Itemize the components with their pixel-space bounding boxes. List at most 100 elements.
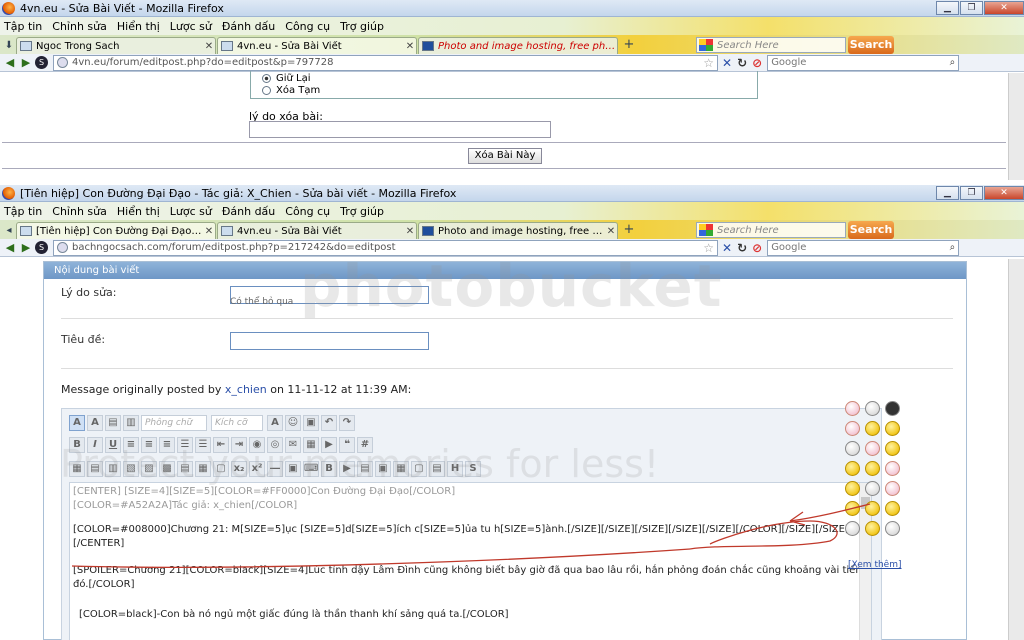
menu-tools[interactable]: Công cụ (285, 205, 330, 218)
search-button[interactable]: Search (848, 36, 894, 54)
bold-icon[interactable]: B (69, 437, 85, 453)
smiley-icon[interactable] (885, 401, 900, 416)
smiley-icon[interactable] (865, 401, 880, 416)
menu-file[interactable]: Tập tin (4, 20, 42, 33)
menu-help[interactable]: Trợ giúp (340, 20, 384, 33)
radio-dot[interactable] (262, 86, 271, 95)
table-col-icon[interactable]: ▥ (105, 461, 121, 477)
forward-arrow-icon[interactable]: ▶ (19, 56, 33, 70)
menu-file[interactable]: Tập tin (4, 205, 42, 218)
smiley-icon[interactable] (845, 501, 860, 516)
menu-edit[interactable]: Chỉnh sửa (52, 20, 107, 33)
smiley-icon[interactable] (865, 461, 880, 476)
tab-4vn-edit[interactable]: 4vn.eu - Sửa Bài Viết ✕ (217, 37, 417, 54)
heading-icon[interactable]: H (447, 461, 463, 477)
smiley-icon[interactable] (865, 421, 880, 436)
hash-icon[interactable]: # (357, 437, 373, 453)
split-icon[interactable]: ▤ (177, 461, 193, 477)
toolbar-search-input[interactable]: Search Here (696, 222, 846, 238)
redo-icon[interactable]: ↷ (339, 415, 355, 431)
tab-ngoc-trong-sach[interactable]: Ngoc Trong Sach ✕ (16, 37, 216, 54)
smiley-icon[interactable] (885, 481, 900, 496)
stop-x-icon[interactable]: ✕ (722, 241, 732, 255)
magnifier-icon[interactable]: ⌕ (950, 57, 956, 68)
merge-icon[interactable]: ▩ (159, 461, 175, 477)
tab-4vn-edit[interactable]: 4vn.eu - Sửa Bài Viết ✕ (217, 222, 417, 239)
link-icon[interactable]: ◉ (249, 437, 265, 453)
attachment-icon[interactable]: ▤ (357, 461, 373, 477)
close-button[interactable]: ✕ (984, 186, 1024, 200)
smiley-icon[interactable] (845, 401, 860, 416)
frame-icon[interactable]: ▢ (411, 461, 427, 477)
tab-con-duong-dai-dao[interactable]: [Tiên hiệp] Con Đường Đại Đạo - Tác ... … (16, 222, 216, 239)
unlink-icon[interactable]: ◎ (267, 437, 283, 453)
bookmark-star-icon[interactable]: ☆ (703, 241, 714, 255)
google-search-input[interactable]: Google ⌕ (767, 54, 960, 71)
vertical-scrollbar[interactable] (1008, 73, 1024, 180)
menu-bookmarks[interactable]: Đánh dấu (222, 205, 275, 218)
skype-icon[interactable]: S (35, 241, 48, 254)
smiley-icon[interactable] (845, 461, 860, 476)
quote-icon[interactable]: ❝ (339, 437, 355, 453)
url-bar[interactable]: bachngocsach.com/forum/editpost.php?p=21… (53, 239, 718, 256)
gallery-icon[interactable]: ▦ (393, 461, 409, 477)
tab-close-icon[interactable]: ✕ (203, 41, 215, 52)
posted-user-link[interactable]: x_chien (225, 383, 267, 396)
underline-icon[interactable]: U (105, 437, 121, 453)
delete-post-button[interactable]: Xóa Bài Này (468, 148, 542, 164)
new-tab-plus-icon[interactable]: + (621, 223, 637, 239)
menu-tools[interactable]: Công cụ (285, 20, 330, 33)
smiley-icon[interactable]: ☺ (285, 415, 301, 431)
undo-icon[interactable]: ↶ (321, 415, 337, 431)
table-icon[interactable]: ▦ (69, 461, 85, 477)
indent-icon[interactable]: ⇥ (231, 437, 247, 453)
tab-close-icon[interactable]: ✕ (203, 226, 215, 237)
paste-text-icon[interactable]: ▥ (123, 415, 139, 431)
italic-icon[interactable]: I (87, 437, 103, 453)
image-icon[interactable]: ▦ (303, 437, 319, 453)
border-icon[interactable]: ▢ (213, 461, 229, 477)
back-arrow-icon[interactable]: ◀ (3, 241, 17, 255)
smiley-icon[interactable] (865, 521, 880, 536)
stop-x-icon[interactable]: ✕ (722, 56, 732, 70)
back-arrow-icon[interactable]: ◀ (3, 56, 17, 70)
tab-photobucket[interactable]: Photo and image hosting, free photo ... … (418, 222, 618, 239)
remove-format-icon[interactable]: A (87, 415, 103, 431)
spoiler-icon[interactable]: ▣ (285, 461, 301, 477)
reload-icon[interactable]: ↻ (737, 241, 747, 255)
cell-icon[interactable]: ▨ (141, 461, 157, 477)
smiley-icon[interactable] (845, 521, 860, 536)
smiley-icon[interactable] (865, 501, 880, 516)
menu-bookmarks[interactable]: Đánh dấu (222, 20, 275, 33)
forward-arrow-icon[interactable]: ▶ (19, 241, 33, 255)
adblock-icon[interactable]: ⊘ (752, 241, 762, 255)
skype-icon[interactable]: S (35, 56, 48, 69)
title-bar[interactable]: 4vn.eu - Sửa Bài Viết - Mozilla Firefox … (0, 0, 1024, 17)
table-row-icon[interactable]: ▤ (87, 461, 103, 477)
search-button[interactable]: Search (848, 221, 894, 239)
ordered-list-icon[interactable]: ☰ (177, 437, 193, 453)
smiley-icon[interactable] (845, 421, 860, 436)
menu-view[interactable]: Hiển thị (117, 20, 160, 33)
menu-help[interactable]: Trợ giúp (340, 205, 384, 218)
tab-close-icon[interactable]: ✕ (404, 226, 416, 237)
media-icon[interactable]: ▶ (339, 461, 355, 477)
align-right-icon[interactable]: ≡ (159, 437, 175, 453)
menu-history[interactable]: Lược sử (170, 20, 212, 33)
unordered-list-icon[interactable]: ☰ (195, 437, 211, 453)
minimize-button[interactable]: ▁ (936, 1, 959, 15)
tab-close-icon[interactable]: ✕ (605, 226, 617, 237)
google-search-input[interactable]: Google ⌕ (767, 239, 960, 256)
delete-reason-input[interactable] (249, 121, 551, 138)
translate-icon[interactable]: B (321, 461, 337, 477)
smiley-icon[interactable] (865, 481, 880, 496)
paste-icon[interactable]: ▤ (105, 415, 121, 431)
more-smilies-link[interactable]: [Xem thêm] (848, 560, 902, 570)
switch-mode-icon[interactable]: A (69, 415, 85, 431)
menu-edit[interactable]: Chỉnh sửa (52, 205, 107, 218)
url-bar[interactable]: 4vn.eu/forum/editpost.php?do=editpost&p=… (53, 54, 718, 71)
video-icon[interactable]: ▶ (321, 437, 337, 453)
smiley-icon[interactable] (845, 481, 860, 496)
code-icon[interactable]: ⌨ (303, 461, 319, 477)
adblock-icon[interactable]: ⊘ (752, 56, 762, 70)
